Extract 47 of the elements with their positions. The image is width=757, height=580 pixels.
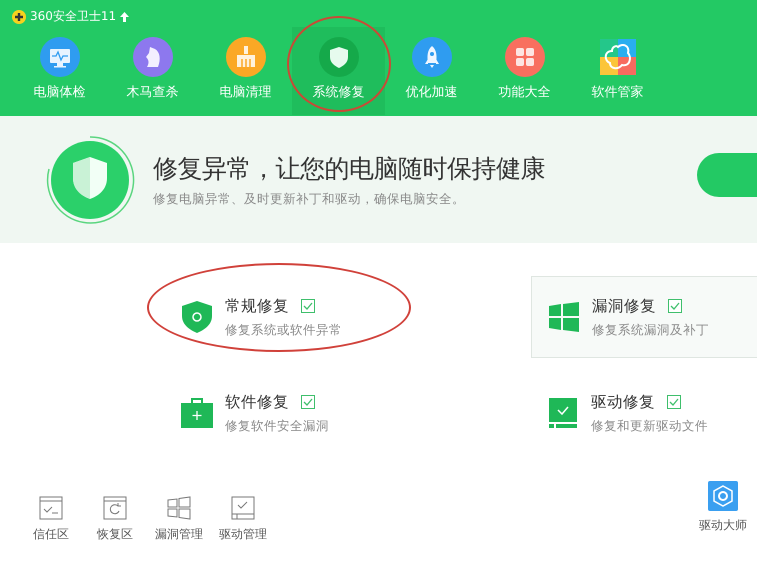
- repair-title: 漏洞修复: [592, 296, 656, 316]
- repair-card[interactable]: 漏洞修复 修复系统漏洞及补丁: [531, 276, 757, 358]
- banner-title: 修复异常，让您的电脑随时保持健康: [153, 152, 546, 184]
- footer-tool-button[interactable]: 恢复区: [83, 496, 147, 550]
- nav-tab[interactable]: 系统修复: [292, 27, 385, 115]
- refresh-window-icon: [103, 496, 127, 520]
- nav-tab[interactable]: 木马查杀: [106, 27, 199, 115]
- repair-title: 软件修复: [225, 392, 289, 412]
- checkbox[interactable]: [301, 299, 315, 313]
- nav-tab[interactable]: 功能大全: [478, 27, 571, 115]
- driver-master-button[interactable]: 驱动大师: [695, 481, 751, 550]
- broom-icon: [226, 37, 266, 77]
- nav-tab[interactable]: 优化加速: [385, 27, 478, 115]
- nav-tab[interactable]: 电脑清理: [199, 27, 292, 115]
- start-button[interactable]: [697, 152, 757, 196]
- checkbox[interactable]: [667, 395, 681, 409]
- repair-description: 修复和更新驱动文件: [591, 418, 708, 434]
- checkbox[interactable]: [301, 395, 315, 409]
- repair-title: 驱动修复: [591, 392, 655, 412]
- repair-description: 修复系统漏洞及补丁: [592, 322, 709, 338]
- toolbox-icon: [181, 398, 213, 428]
- repair-description: 修复软件安全漏洞: [225, 418, 329, 434]
- checkbox[interactable]: [668, 299, 682, 313]
- rocket-icon: [412, 37, 452, 77]
- horse-head-icon: [132, 37, 172, 77]
- app-title: 360安全卫士11: [30, 8, 116, 25]
- hex-gear-icon: [708, 481, 738, 511]
- shield-icon: [318, 37, 358, 77]
- checklist-window-icon: [39, 496, 63, 520]
- shield-logo-icon: [45, 134, 135, 224]
- repair-description: 修复系统或软件异常: [225, 322, 342, 338]
- repair-title: 常规修复: [225, 296, 289, 316]
- nav-tab[interactable]: 电脑体检: [13, 27, 106, 115]
- plus-logo-icon: [12, 10, 26, 24]
- windows-icon: [167, 496, 191, 520]
- driver-window-icon: [231, 496, 255, 520]
- footer-tool-button[interactable]: 驱动管理: [211, 496, 275, 550]
- windows-icon: [549, 302, 579, 332]
- up-arrow-icon[interactable]: [120, 12, 130, 22]
- footer-tool-button[interactable]: 信任区: [19, 496, 83, 550]
- driver-icon: [549, 398, 577, 428]
- banner-subtitle: 修复电脑异常、及时更新补丁和驱动，确保电脑安全。: [153, 190, 466, 208]
- shield-icon: [180, 300, 214, 334]
- nav-tab[interactable]: 软件管家: [571, 27, 664, 115]
- grid-icon: [504, 37, 544, 77]
- monitor-icon: [40, 37, 80, 77]
- footer-tool-button[interactable]: 漏洞管理: [147, 496, 211, 550]
